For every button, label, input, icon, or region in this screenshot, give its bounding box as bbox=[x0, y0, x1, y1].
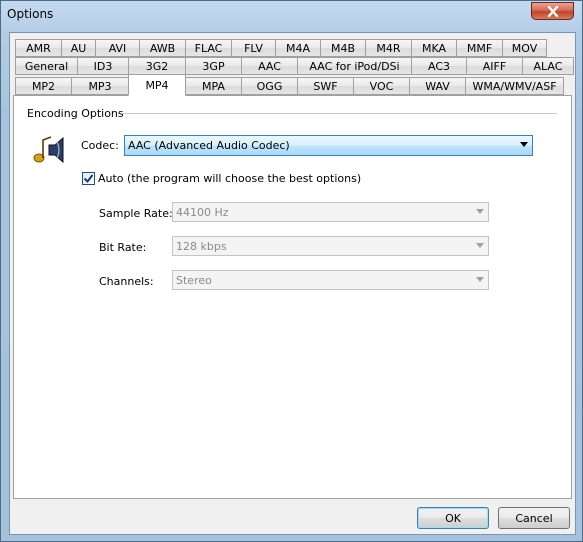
tab-mmf[interactable]: MMF bbox=[456, 39, 503, 57]
tab-mp4[interactable]: MP4 bbox=[128, 74, 186, 96]
tab-row-1: AMR AU AVI AWB FLAC FLV M4A M4B M4R MKA … bbox=[15, 39, 547, 57]
dialog-client-area: AMR AU AVI AWB FLAC FLV M4A M4B M4R MKA … bbox=[9, 32, 576, 535]
chevron-down-icon bbox=[520, 142, 528, 147]
tab-aac[interactable]: AAC bbox=[241, 57, 298, 75]
speaker-icon bbox=[33, 136, 64, 164]
tab-3gp[interactable]: 3GP bbox=[185, 57, 242, 75]
tab-mka[interactable]: MKA bbox=[411, 39, 457, 57]
tab-id3[interactable]: ID3 bbox=[77, 57, 129, 75]
tab-general[interactable]: General bbox=[15, 57, 78, 75]
bit-rate-value: 128 kbps bbox=[176, 239, 227, 253]
window-title: Options bbox=[7, 7, 54, 21]
tab-mp3[interactable]: MP3 bbox=[71, 77, 129, 95]
tab-mov[interactable]: MOV bbox=[502, 39, 547, 57]
tab-au[interactable]: AU bbox=[61, 39, 96, 57]
codec-value: AAC (Advanced Audio Codec) bbox=[128, 139, 290, 152]
tab-flv[interactable]: FLV bbox=[231, 39, 276, 57]
tab-row-3: MP2 MP3 MP4 MPA OGG SWF VOC WAV WMA/WMV/… bbox=[15, 74, 564, 96]
options-window: Options AMR AU AVI AWB FLAC FLV M4A M4B … bbox=[0, 0, 583, 542]
tab-alac[interactable]: ALAC bbox=[522, 57, 574, 75]
close-button[interactable] bbox=[531, 2, 574, 20]
auto-checkbox[interactable] bbox=[82, 172, 95, 185]
tab-mpa[interactable]: MPA bbox=[185, 77, 242, 95]
tab-wav[interactable]: WAV bbox=[409, 77, 466, 95]
tab-voc[interactable]: VOC bbox=[353, 77, 410, 95]
bit-rate-label: Bit Rate: bbox=[99, 241, 147, 254]
tab-mp2[interactable]: MP2 bbox=[15, 77, 72, 95]
chevron-down-icon bbox=[476, 209, 484, 214]
check-icon bbox=[83, 174, 94, 184]
tab-swf[interactable]: SWF bbox=[297, 77, 354, 95]
tab-panel-mp4: Encoding Options Codec: AAC (Advanced Au… bbox=[13, 95, 572, 499]
tab-m4r[interactable]: M4R bbox=[365, 39, 412, 57]
tab-row-2: General ID3 3G2 3GP AAC AAC for iPod/DSi… bbox=[15, 57, 574, 75]
auto-checkbox-label[interactable]: Auto (the program will choose the best o… bbox=[98, 172, 361, 185]
channels-value: Stereo bbox=[176, 273, 212, 287]
codec-label: Codec: bbox=[81, 139, 119, 152]
tab-ogg[interactable]: OGG bbox=[241, 77, 298, 95]
tab-aac-ipod-dsi[interactable]: AAC for iPod/DSi bbox=[297, 57, 412, 75]
tab-m4b[interactable]: M4B bbox=[320, 39, 366, 57]
tab-avi[interactable]: AVI bbox=[95, 39, 140, 57]
tab-aiff[interactable]: AIFF bbox=[466, 57, 523, 75]
tab-m4a[interactable]: M4A bbox=[275, 39, 321, 57]
ok-button[interactable]: OK bbox=[417, 507, 489, 529]
bit-rate-select: 128 kbps bbox=[172, 236, 489, 256]
sample-rate-label: Sample Rate: bbox=[99, 207, 173, 220]
chevron-down-icon bbox=[476, 277, 484, 282]
tab-awb[interactable]: AWB bbox=[139, 39, 186, 57]
tab-ac3[interactable]: AC3 bbox=[411, 57, 467, 75]
tab-amr[interactable]: AMR bbox=[15, 39, 62, 57]
cancel-button[interactable]: Cancel bbox=[498, 507, 570, 529]
encoding-options-heading: Encoding Options bbox=[27, 107, 124, 120]
sample-rate-value: 44100 Hz bbox=[176, 205, 229, 219]
channels-select: Stereo bbox=[172, 270, 489, 290]
codec-select[interactable]: AAC (Advanced Audio Codec) bbox=[124, 135, 533, 156]
tab-wma-wmv-asf[interactable]: WMA/WMV/ASF bbox=[465, 77, 564, 95]
close-icon bbox=[547, 5, 558, 17]
chevron-down-icon bbox=[476, 243, 484, 248]
tab-3g2[interactable]: 3G2 bbox=[128, 57, 186, 75]
group-divider bbox=[121, 113, 557, 114]
sample-rate-select: 44100 Hz bbox=[172, 202, 489, 222]
tab-flac[interactable]: FLAC bbox=[185, 39, 232, 57]
channels-label: Channels: bbox=[99, 275, 154, 288]
